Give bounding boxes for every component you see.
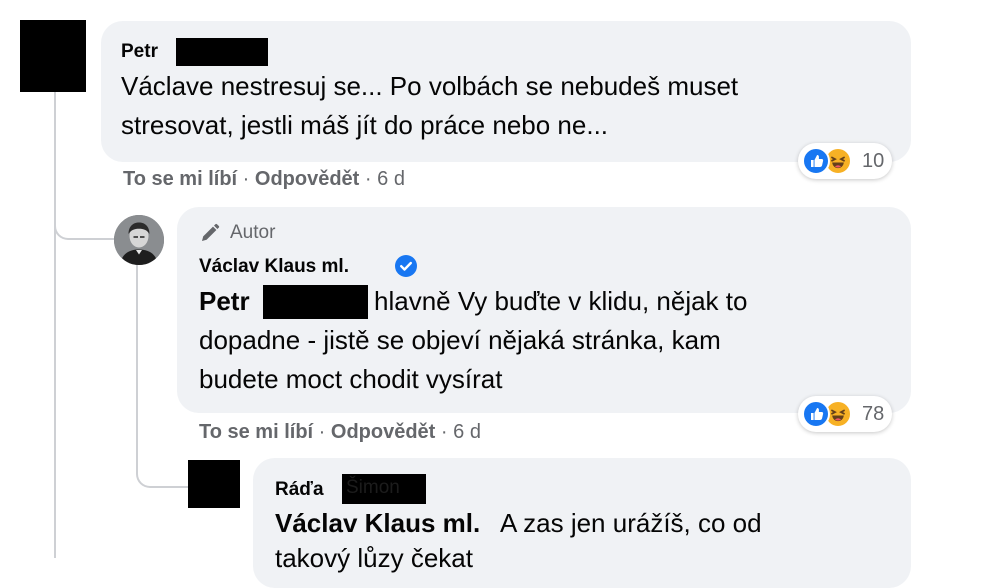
- like-link[interactable]: To se mi líbí: [123, 168, 237, 190]
- comment-text-line-3: budete moct chodit vysírat: [199, 364, 503, 394]
- comment-text-line-2: dopadne - jistě se objeví nějaká stránka…: [199, 325, 721, 355]
- comment-author-petr[interactable]: Petr: [121, 41, 158, 63]
- pencil-icon: [202, 223, 220, 241]
- timestamp[interactable]: 6 d: [453, 421, 481, 443]
- avatar-redacted[interactable]: [20, 20, 86, 92]
- author-badge: Autor: [199, 222, 275, 244]
- comment-author-rada[interactable]: Ráďa: [275, 479, 324, 501]
- thread-line-curve: [54, 196, 114, 240]
- like-icon: [802, 147, 830, 175]
- verified-badge-icon: [395, 255, 417, 277]
- separator: ·: [242, 168, 250, 190]
- mention-petr[interactable]: Petr: [199, 286, 250, 316]
- reaction-summary[interactable]: 10: [798, 143, 893, 179]
- reaction-count: 78: [862, 402, 885, 425]
- timestamp[interactable]: 6 d: [377, 168, 405, 190]
- comment-text-line-1: hlavně Vy buďte v klidu, nějak to: [374, 286, 748, 316]
- comment-actions: To se mi líbí · Odpovědět · 6 d: [123, 168, 405, 191]
- redacted-surname: Šimon: [342, 474, 426, 504]
- comment-author-vaclav-klaus[interactable]: Václav Klaus ml.: [199, 256, 349, 278]
- redacted-surname: [176, 38, 268, 66]
- thread-line-main: [54, 92, 56, 558]
- reply-link[interactable]: Odpovědět: [255, 168, 359, 190]
- redacted-surname: [263, 285, 368, 319]
- redacted-surname-text: Šimon: [346, 477, 400, 498]
- separator: ·: [364, 168, 372, 190]
- comment-text-line-1: Václave nestresuj se... Po volbách se ne…: [121, 71, 739, 101]
- like-icon: [802, 400, 830, 428]
- comment-text-line-2: stresovat, jestli máš jít do práce nebo …: [121, 110, 609, 140]
- like-link[interactable]: To se mi líbí: [199, 421, 313, 443]
- comment-text-line-2: takový lůzy čekat: [275, 543, 473, 573]
- reaction-summary[interactable]: 78: [798, 396, 893, 432]
- separator: ·: [318, 421, 326, 443]
- reaction-count: 10: [862, 149, 885, 172]
- avatar-vaclav-klaus[interactable]: [114, 215, 164, 265]
- separator: ·: [440, 421, 448, 443]
- comment-text-line-1: A zas jen urážíš, co od: [500, 508, 762, 538]
- reply-link[interactable]: Odpovědět: [331, 421, 435, 443]
- avatar-redacted[interactable]: [188, 460, 240, 508]
- mention-vaclav-klaus[interactable]: Václav Klaus ml.: [275, 504, 480, 543]
- comment-actions: To se mi líbí · Odpovědět · 6 d: [199, 421, 481, 444]
- comment-mention[interactable]: Petr: [199, 282, 250, 321]
- author-badge-label: Autor: [230, 222, 276, 243]
